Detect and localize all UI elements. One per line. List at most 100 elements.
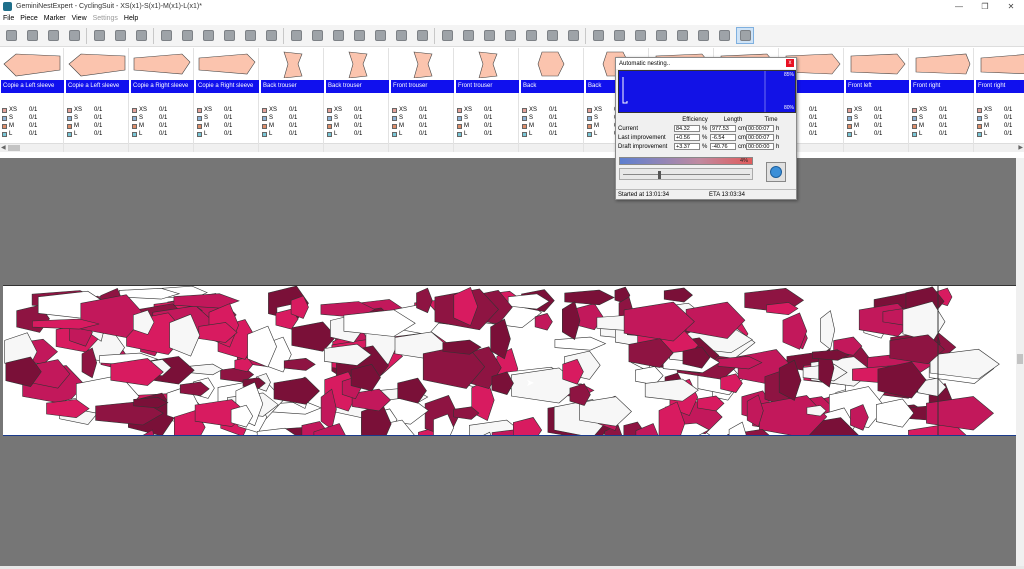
nested-piece[interactable] <box>273 377 320 405</box>
size-row[interactable]: M 0/1 <box>327 122 387 130</box>
vertical-scroll-thumb[interactable] <box>1017 354 1023 364</box>
size-row[interactable]: M 0/1 <box>457 122 517 130</box>
toolbar-settings-button[interactable] <box>543 27 561 44</box>
toolbar-text-button[interactable] <box>480 27 498 44</box>
piece-card[interactable]: Front trouser XS 0/1 S 0/1 M 0/1 L 0/1 <box>390 48 454 152</box>
toolbar-tools-button[interactable] <box>736 27 754 44</box>
size-row[interactable]: M 0/1 <box>197 122 257 130</box>
toolbar-piece-add-button[interactable] <box>178 27 196 44</box>
menu-settings[interactable]: Settings <box>93 15 118 22</box>
toolbar-piece-remove-button[interactable] <box>199 27 217 44</box>
toolbar-open-button[interactable] <box>23 27 41 44</box>
piece-card[interactable]: Front right XS 0/1 S 0/1 M 0/1 L 0/1 <box>975 48 1024 152</box>
maximize-button[interactable]: ❐ <box>972 0 998 13</box>
nested-piece[interactable] <box>929 348 1000 380</box>
toolbar-flip-button[interactable] <box>241 27 259 44</box>
piece-card[interactable]: Back trouser XS 0/1 S 0/1 M 0/1 L 0/1 <box>325 48 389 152</box>
piece-card[interactable]: Front left XS 0/1 S 0/1 M 0/1 L 0/1 <box>845 48 909 152</box>
nested-piece[interactable] <box>564 289 615 306</box>
size-row[interactable]: S 0/1 <box>132 114 192 122</box>
size-row[interactable]: S 0/1 <box>912 114 972 122</box>
toolbar-save-as-button[interactable] <box>44 27 62 44</box>
menu-view[interactable]: View <box>72 15 87 22</box>
menu-file[interactable]: File <box>3 15 14 22</box>
toolbar-copy-button[interactable] <box>329 27 347 44</box>
toolbar-preview-button[interactable] <box>589 27 607 44</box>
size-row[interactable]: XS 0/1 <box>2 106 62 114</box>
piece-card[interactable]: Copie a Right sleeve XS 0/1 S 0/1 M 0/1 L 0/1 <box>130 48 194 152</box>
size-row[interactable]: M 0/1 <box>262 122 322 130</box>
size-row[interactable]: S 0/1 <box>262 114 322 122</box>
nested-piece[interactable] <box>283 357 316 371</box>
size-row[interactable]: S 0/1 <box>457 114 517 122</box>
nested-piece[interactable] <box>663 287 693 303</box>
toolbar-export-button[interactable] <box>459 27 477 44</box>
toolbar-group-button[interactable] <box>287 27 305 44</box>
toolbar-refresh-button[interactable] <box>631 27 649 44</box>
size-row[interactable]: S 0/1 <box>197 114 257 122</box>
toolbar-zoom-out-button[interactable] <box>673 27 691 44</box>
size-row[interactable]: M 0/1 <box>522 122 582 130</box>
piece-card[interactable]: Back XS 0/1 S 0/1 M 0/1 L 0/1 <box>520 48 584 152</box>
size-row[interactable]: L 0/1 <box>67 130 127 138</box>
size-row[interactable]: S 0/1 <box>67 114 127 122</box>
size-row[interactable]: L 0/1 <box>327 130 387 138</box>
menu-help[interactable]: Help <box>124 15 138 22</box>
piece-card[interactable]: Front right XS 0/1 S 0/1 M 0/1 L 0/1 <box>910 48 974 152</box>
toolbar-grid-button[interactable] <box>371 27 389 44</box>
size-row[interactable]: L 0/1 <box>2 130 62 138</box>
marker-layout[interactable] <box>3 285 1016 436</box>
toolbar-fit-button[interactable] <box>610 27 628 44</box>
size-row[interactable]: XS 0/1 <box>847 106 907 114</box>
nested-piece[interactable] <box>189 363 224 376</box>
toolbar-measure-button[interactable] <box>501 27 519 44</box>
size-row[interactable]: L 0/1 <box>522 130 582 138</box>
size-row[interactable]: M 0/1 <box>977 122 1024 130</box>
nested-piece[interactable] <box>875 398 915 428</box>
size-row[interactable]: M 0/1 <box>847 122 907 130</box>
size-row[interactable]: XS 0/1 <box>327 106 387 114</box>
size-row[interactable]: L 0/1 <box>912 130 972 138</box>
dialog-close-button[interactable]: x <box>786 59 794 67</box>
size-row[interactable]: XS 0/1 <box>912 106 972 114</box>
toolbar-pan-button[interactable] <box>715 27 733 44</box>
size-row[interactable]: S 0/1 <box>977 114 1024 122</box>
toolbar-properties-button[interactable] <box>413 27 431 44</box>
size-row[interactable]: M 0/1 <box>912 122 972 130</box>
toolbar-redo-button[interactable] <box>111 27 129 44</box>
minimize-button[interactable]: — <box>946 0 972 13</box>
nested-piece[interactable] <box>579 396 632 427</box>
toolbar-save-button[interactable] <box>65 27 83 44</box>
piece-card[interactable]: Copie a Left sleeve XS 0/1 S 0/1 M 0/1 L 0/1 <box>0 48 64 152</box>
size-row[interactable]: S 0/1 <box>392 114 452 122</box>
toolbar-ungroup-button[interactable] <box>308 27 326 44</box>
toolbar-zoom-button[interactable] <box>157 27 175 44</box>
toolbar-new-button[interactable] <box>2 27 20 44</box>
size-row[interactable]: M 0/1 <box>67 122 127 130</box>
size-row[interactable]: M 0/1 <box>392 122 452 130</box>
marker-work-area[interactable]: ➤ <box>0 158 1016 566</box>
size-row[interactable]: M 0/1 <box>132 122 192 130</box>
size-row[interactable]: XS 0/1 <box>392 106 452 114</box>
size-row[interactable]: XS 0/1 <box>522 106 582 114</box>
piece-card[interactable]: Copie a Right sleeve XS 0/1 S 0/1 M 0/1 L 0/1 <box>195 48 259 152</box>
menu-marker[interactable]: Marker <box>44 15 66 22</box>
size-row[interactable]: S 0/1 <box>2 114 62 122</box>
size-row[interactable]: XS 0/1 <box>197 106 257 114</box>
toolbar-zoom-in-button[interactable] <box>652 27 670 44</box>
toolbar-print-button[interactable] <box>564 27 582 44</box>
piece-card[interactable]: Front trouser XS 0/1 S 0/1 M 0/1 L 0/1 <box>455 48 519 152</box>
toolbar-layer-button[interactable] <box>392 27 410 44</box>
nested-piece[interactable] <box>512 417 543 436</box>
nesting-speed-slider[interactable] <box>619 168 753 180</box>
slider-knob[interactable] <box>658 171 661 179</box>
toolbar-select-button[interactable] <box>132 27 150 44</box>
size-row[interactable]: XS 0/1 <box>457 106 517 114</box>
size-row[interactable]: L 0/1 <box>132 130 192 138</box>
toolbar-nest-button[interactable] <box>522 27 540 44</box>
run-nesting-button[interactable] <box>766 162 786 182</box>
size-row[interactable]: S 0/1 <box>847 114 907 122</box>
size-row[interactable]: L 0/1 <box>392 130 452 138</box>
vertical-scrollbar[interactable] <box>1016 158 1024 566</box>
size-row[interactable]: L 0/1 <box>457 130 517 138</box>
